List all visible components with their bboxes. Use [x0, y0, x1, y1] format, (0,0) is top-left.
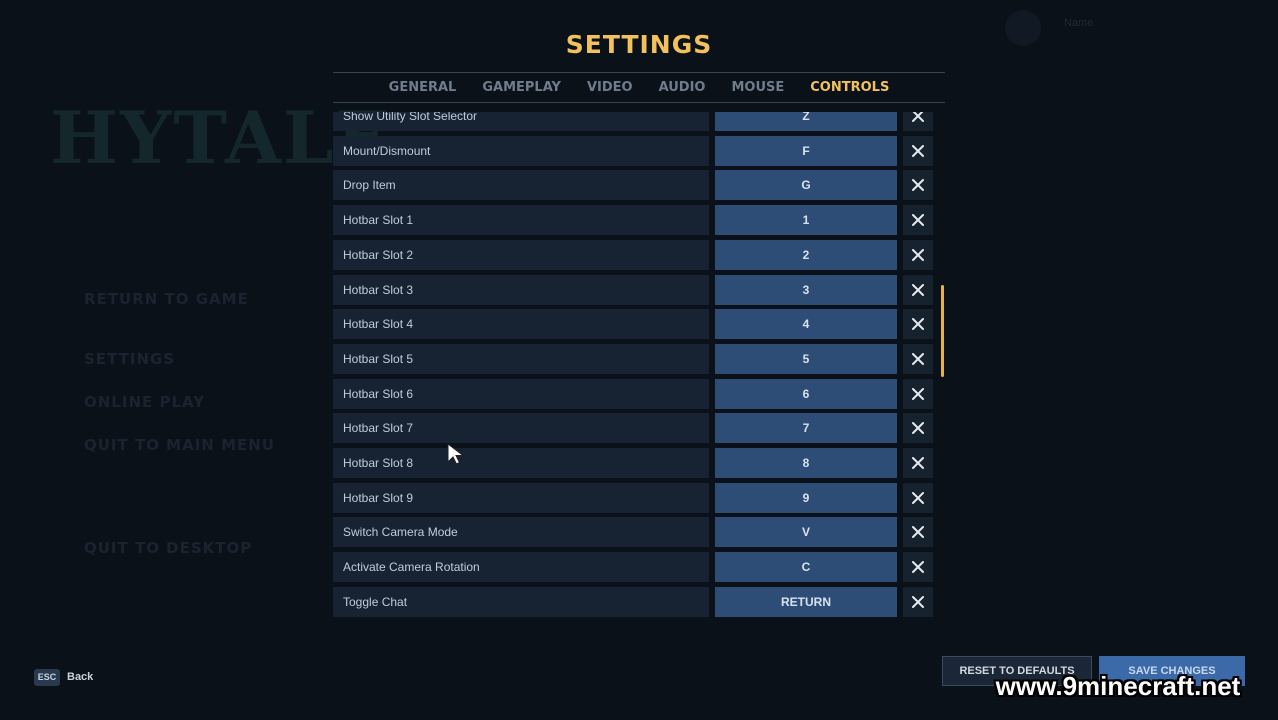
clear-binding-button[interactable] — [903, 309, 933, 340]
keybinding-action-label: Activate Camera Rotation — [333, 552, 709, 583]
keybinding-row: Hotbar Slot 77 — [333, 413, 937, 444]
clear-binding-button[interactable] — [903, 413, 933, 444]
close-icon — [912, 491, 924, 504]
keybinding-action-label: Hotbar Slot 5 — [333, 343, 709, 374]
clear-binding-button[interactable] — [903, 112, 933, 131]
keybinding-key-button[interactable]: Z — [715, 112, 897, 131]
keybinding-key-button[interactable]: G — [715, 170, 897, 201]
back-button[interactable]: Back — [67, 670, 93, 684]
keybinding-key-button[interactable]: 4 — [715, 309, 897, 340]
header-divider-top — [333, 72, 945, 73]
close-icon — [912, 595, 924, 608]
settings-tabs: GENERAL GAMEPLAY VIDEO AUDIO MOUSE CONTROLS — [333, 78, 945, 98]
keybinding-key-button[interactable]: 3 — [715, 274, 897, 305]
close-icon — [912, 318, 924, 331]
keybinding-action-label: Toggle Chat — [333, 586, 709, 617]
clear-binding-button[interactable] — [903, 343, 933, 374]
keybinding-row: Hotbar Slot 55 — [333, 343, 937, 374]
keybinding-key-button[interactable]: 7 — [715, 413, 897, 444]
keybinding-row: Hotbar Slot 44 — [333, 309, 937, 340]
keybinding-action-label: Hotbar Slot 6 — [333, 378, 709, 409]
keybinding-action-label: Hotbar Slot 3 — [333, 274, 709, 305]
scrollbar-thumb[interactable] — [941, 285, 944, 377]
keybinding-row: Hotbar Slot 66 — [333, 378, 937, 409]
page-title: SETTINGS — [565, 30, 713, 59]
clear-binding-button[interactable] — [903, 482, 933, 513]
avatar — [1005, 10, 1041, 46]
clear-binding-button[interactable] — [903, 135, 933, 166]
keybinding-row: Drop Item G — [333, 170, 937, 201]
close-icon — [912, 112, 924, 122]
close-icon — [912, 387, 924, 400]
clear-binding-button[interactable] — [903, 517, 933, 548]
clear-binding-button[interactable] — [903, 170, 933, 201]
clear-binding-button[interactable] — [903, 378, 933, 409]
game-logo: HYTALE — [50, 95, 393, 180]
tab-general[interactable]: GENERAL — [389, 78, 457, 98]
keybinding-action-label: Hotbar Slot 4 — [333, 309, 709, 340]
close-icon — [912, 248, 924, 261]
keybinding-action-label: Hotbar Slot 7 — [333, 413, 709, 444]
keybinding-row: Mount/Dismount F — [333, 135, 937, 166]
tab-audio[interactable]: AUDIO — [659, 78, 706, 98]
online-play-item: ONLINE PLAY — [84, 393, 206, 411]
keybinding-list: Show Utility Slot Selector Z Mount/Dismoun… — [333, 112, 937, 632]
close-icon — [912, 214, 924, 227]
keybinding-action-label: Hotbar Slot 9 — [333, 482, 709, 513]
keybinding-key-button[interactable]: 2 — [715, 239, 897, 270]
keybinding-key-button[interactable]: 8 — [715, 448, 897, 478]
keybinding-key-button[interactable]: V — [715, 517, 897, 548]
close-icon — [912, 457, 924, 469]
clear-binding-button[interactable] — [903, 448, 933, 478]
keybinding-row: Hotbar Slot 88 — [333, 448, 937, 478]
keybinding-key-button[interactable]: F — [715, 135, 897, 166]
tab-video[interactable]: VIDEO — [587, 78, 633, 98]
settings-menu-item: SETTINGS — [84, 350, 176, 368]
close-icon — [912, 561, 924, 574]
keybinding-row: Show Utility Slot Selector Z — [333, 112, 937, 131]
keybinding-key-button[interactable]: 5 — [715, 343, 897, 374]
close-icon — [912, 526, 924, 539]
close-icon — [912, 179, 924, 192]
clear-binding-button[interactable] — [903, 239, 933, 270]
quit-to-desktop-item: QUIT TO DESKTOP — [84, 539, 253, 557]
close-icon — [912, 144, 924, 157]
clear-binding-button[interactable] — [903, 274, 933, 305]
keybinding-row: Hotbar Slot 11 — [333, 205, 937, 236]
keybinding-action-label: Switch Camera Mode — [333, 517, 709, 548]
quit-to-main-menu-item: QUIT TO MAIN MENU — [84, 436, 275, 454]
keybinding-action-label: Drop Item — [333, 170, 709, 201]
profile-name: Name — [1064, 17, 1094, 29]
keybinding-key-button[interactable]: 9 — [715, 482, 897, 513]
keybinding-row: Switch Camera Mode V — [333, 517, 937, 548]
keybinding-row: Toggle Chat RETURN — [333, 586, 937, 617]
keybinding-row: Hotbar Slot 33 — [333, 274, 937, 305]
esc-key-hint[interactable]: ESC — [34, 669, 60, 686]
close-icon — [912, 352, 924, 365]
tab-mouse[interactable]: MOUSE — [731, 78, 784, 98]
keybinding-row: Hotbar Slot 99 — [333, 482, 937, 513]
keybinding-action-label: Hotbar Slot 8 — [333, 448, 709, 478]
keybinding-key-button[interactable]: RETURN — [715, 586, 897, 617]
watermark: www.9minecraft.net — [995, 671, 1241, 701]
clear-binding-button[interactable] — [903, 552, 933, 583]
keybinding-action-label: Hotbar Slot 2 — [333, 239, 709, 270]
keybinding-action-label: Show Utility Slot Selector — [333, 112, 709, 131]
keybinding-key-button[interactable]: C — [715, 552, 897, 583]
tab-gameplay[interactable]: GAMEPLAY — [482, 78, 561, 98]
clear-binding-button[interactable] — [903, 586, 933, 617]
mouse-cursor-icon — [447, 443, 465, 465]
keybinding-row: Hotbar Slot 22 — [333, 239, 937, 270]
keybinding-key-button[interactable]: 1 — [715, 205, 897, 236]
close-icon — [912, 283, 924, 296]
keybinding-action-label: Mount/Dismount — [333, 135, 709, 166]
keybinding-action-label: Hotbar Slot 1 — [333, 205, 709, 236]
keybinding-key-button[interactable]: 6 — [715, 378, 897, 409]
header-divider-bottom — [333, 102, 945, 103]
tab-controls[interactable]: CONTROLS — [810, 78, 889, 98]
keybinding-row: Activate Camera Rotation C — [333, 552, 937, 583]
return-to-game-item: RETURN TO GAME — [84, 290, 249, 308]
close-icon — [912, 422, 924, 435]
clear-binding-button[interactable] — [903, 205, 933, 236]
